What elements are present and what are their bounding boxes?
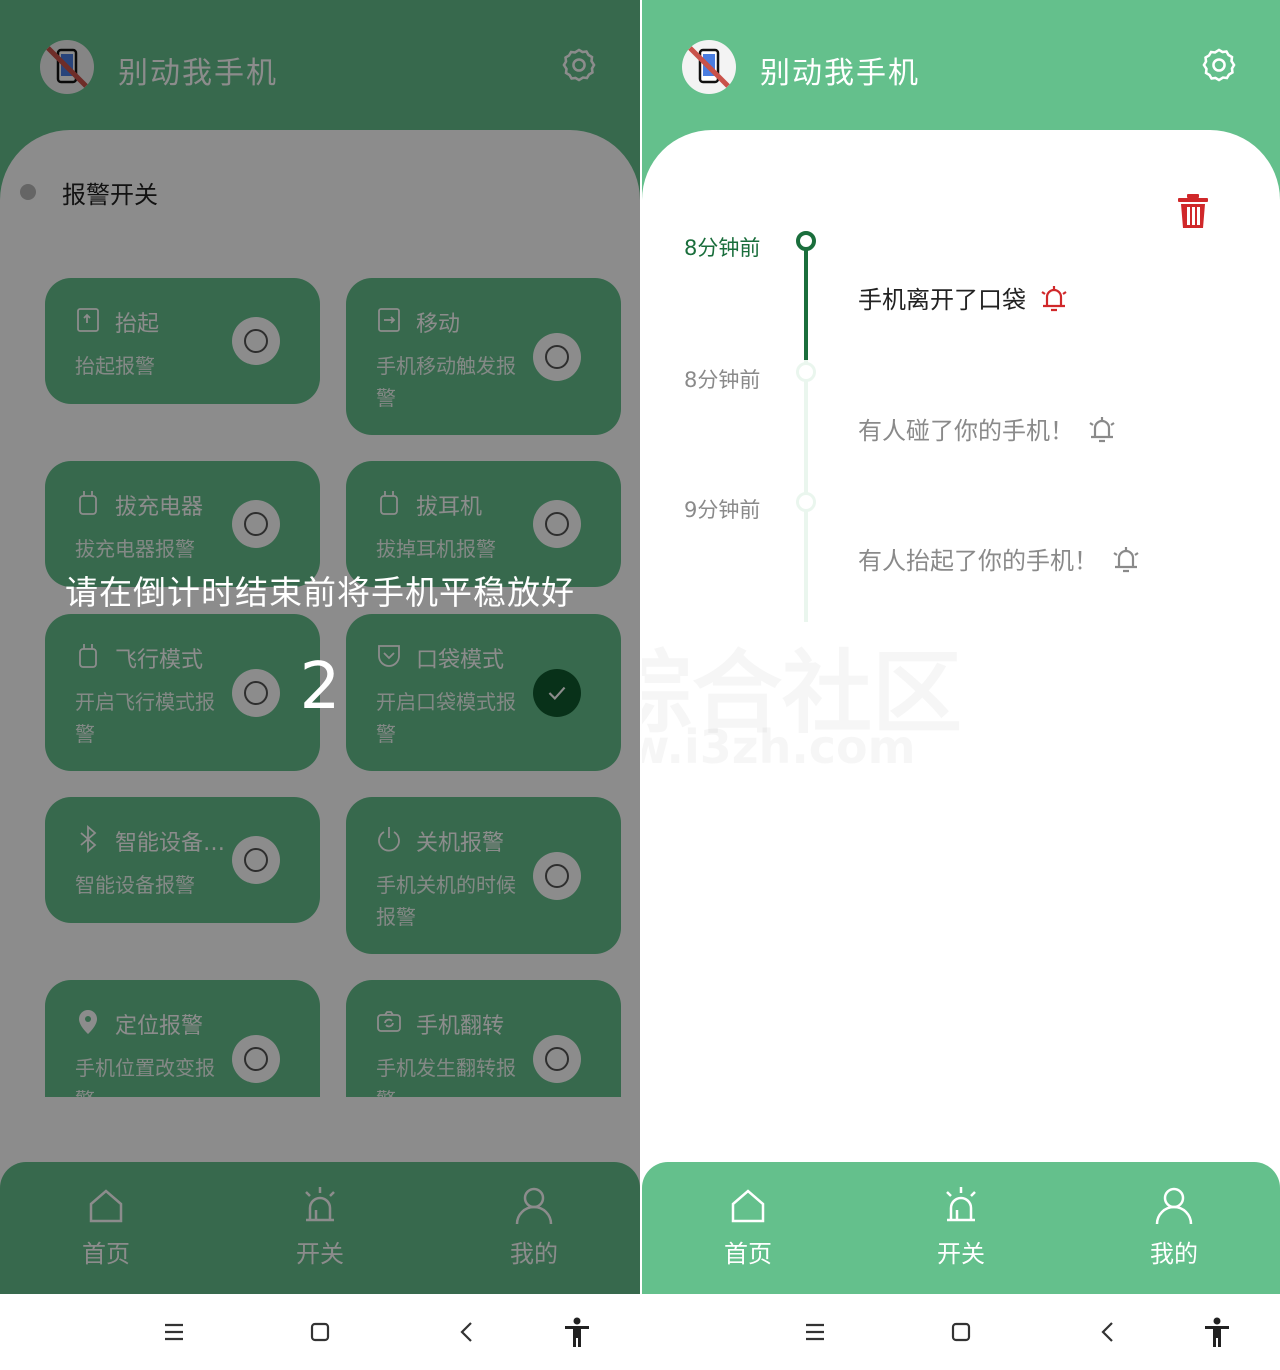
no-phone-icon	[682, 40, 736, 94]
message-text: 有人碰了你的手机！	[858, 417, 1074, 445]
timeline-node	[796, 362, 816, 382]
bell-icon	[1113, 546, 1139, 572]
nav-profile[interactable]: 我的	[1114, 1182, 1234, 1269]
nav-label: 我的	[1150, 1240, 1198, 1268]
menu-lines-icon[interactable]	[795, 1312, 835, 1352]
menu-lines-icon[interactable]	[154, 1312, 194, 1352]
countdown-message: 请在倒计时结束前将手机平稳放好	[65, 573, 575, 612]
timeline-node-active	[796, 231, 816, 251]
timeline-message[interactable]: 有人抬起了你的手机！	[858, 541, 1142, 576]
timeline-node	[796, 492, 816, 512]
timeline-time: 9分钟前	[684, 498, 761, 522]
bottom-nav: 首页 开关 我的	[642, 1162, 1280, 1294]
user-icon	[1155, 1187, 1193, 1225]
trash-icon[interactable]	[1172, 190, 1214, 232]
bell-alert-icon	[1041, 285, 1067, 311]
nav-label: 开关	[937, 1240, 985, 1268]
home-icon	[731, 1189, 765, 1223]
siren-icon	[946, 1187, 976, 1222]
accessibility-icon[interactable]	[557, 1312, 597, 1352]
timeline-time: 8分钟前	[684, 368, 761, 392]
screen-home: 别动我手机 综合社区 www.i3zh.com 8分钟前 手机离开了口袋 8分钟…	[642, 0, 1280, 1370]
timeline-line-active	[804, 250, 808, 360]
bell-icon	[1089, 416, 1115, 442]
nav-switches[interactable]: 开关	[901, 1182, 1021, 1269]
back-chevron-icon[interactable]	[1089, 1312, 1129, 1352]
timeline-message[interactable]: 有人碰了你的手机！	[858, 411, 1118, 446]
home-square-icon[interactable]	[941, 1312, 981, 1352]
timeline-time: 8分钟前	[684, 236, 761, 260]
accessibility-icon[interactable]	[1197, 1312, 1237, 1352]
home-square-icon[interactable]	[300, 1312, 340, 1352]
system-nav-bar	[0, 1294, 640, 1370]
gear-icon[interactable]	[1200, 46, 1238, 84]
timeline-line	[804, 360, 808, 622]
system-nav-bar	[642, 1294, 1280, 1370]
app-title: 别动我手机	[760, 56, 920, 91]
nav-label: 首页	[724, 1240, 772, 1268]
message-text: 手机离开了口袋	[858, 286, 1026, 314]
message-text: 有人抬起了你的手机！	[858, 547, 1098, 575]
watermark-url: www.i3zh.com	[642, 720, 916, 774]
countdown-overlay	[0, 0, 640, 1294]
back-chevron-icon[interactable]	[448, 1312, 488, 1352]
screen-switches: 别动我手机 报警开关 抬起 抬起报警 移动 手机移动触发报警 拔充电器 拔充电器…	[0, 0, 640, 1370]
countdown-value: 2	[299, 650, 341, 724]
timeline-message[interactable]: 手机离开了口袋	[858, 280, 1070, 315]
nav-home[interactable]: 首页	[688, 1182, 808, 1269]
